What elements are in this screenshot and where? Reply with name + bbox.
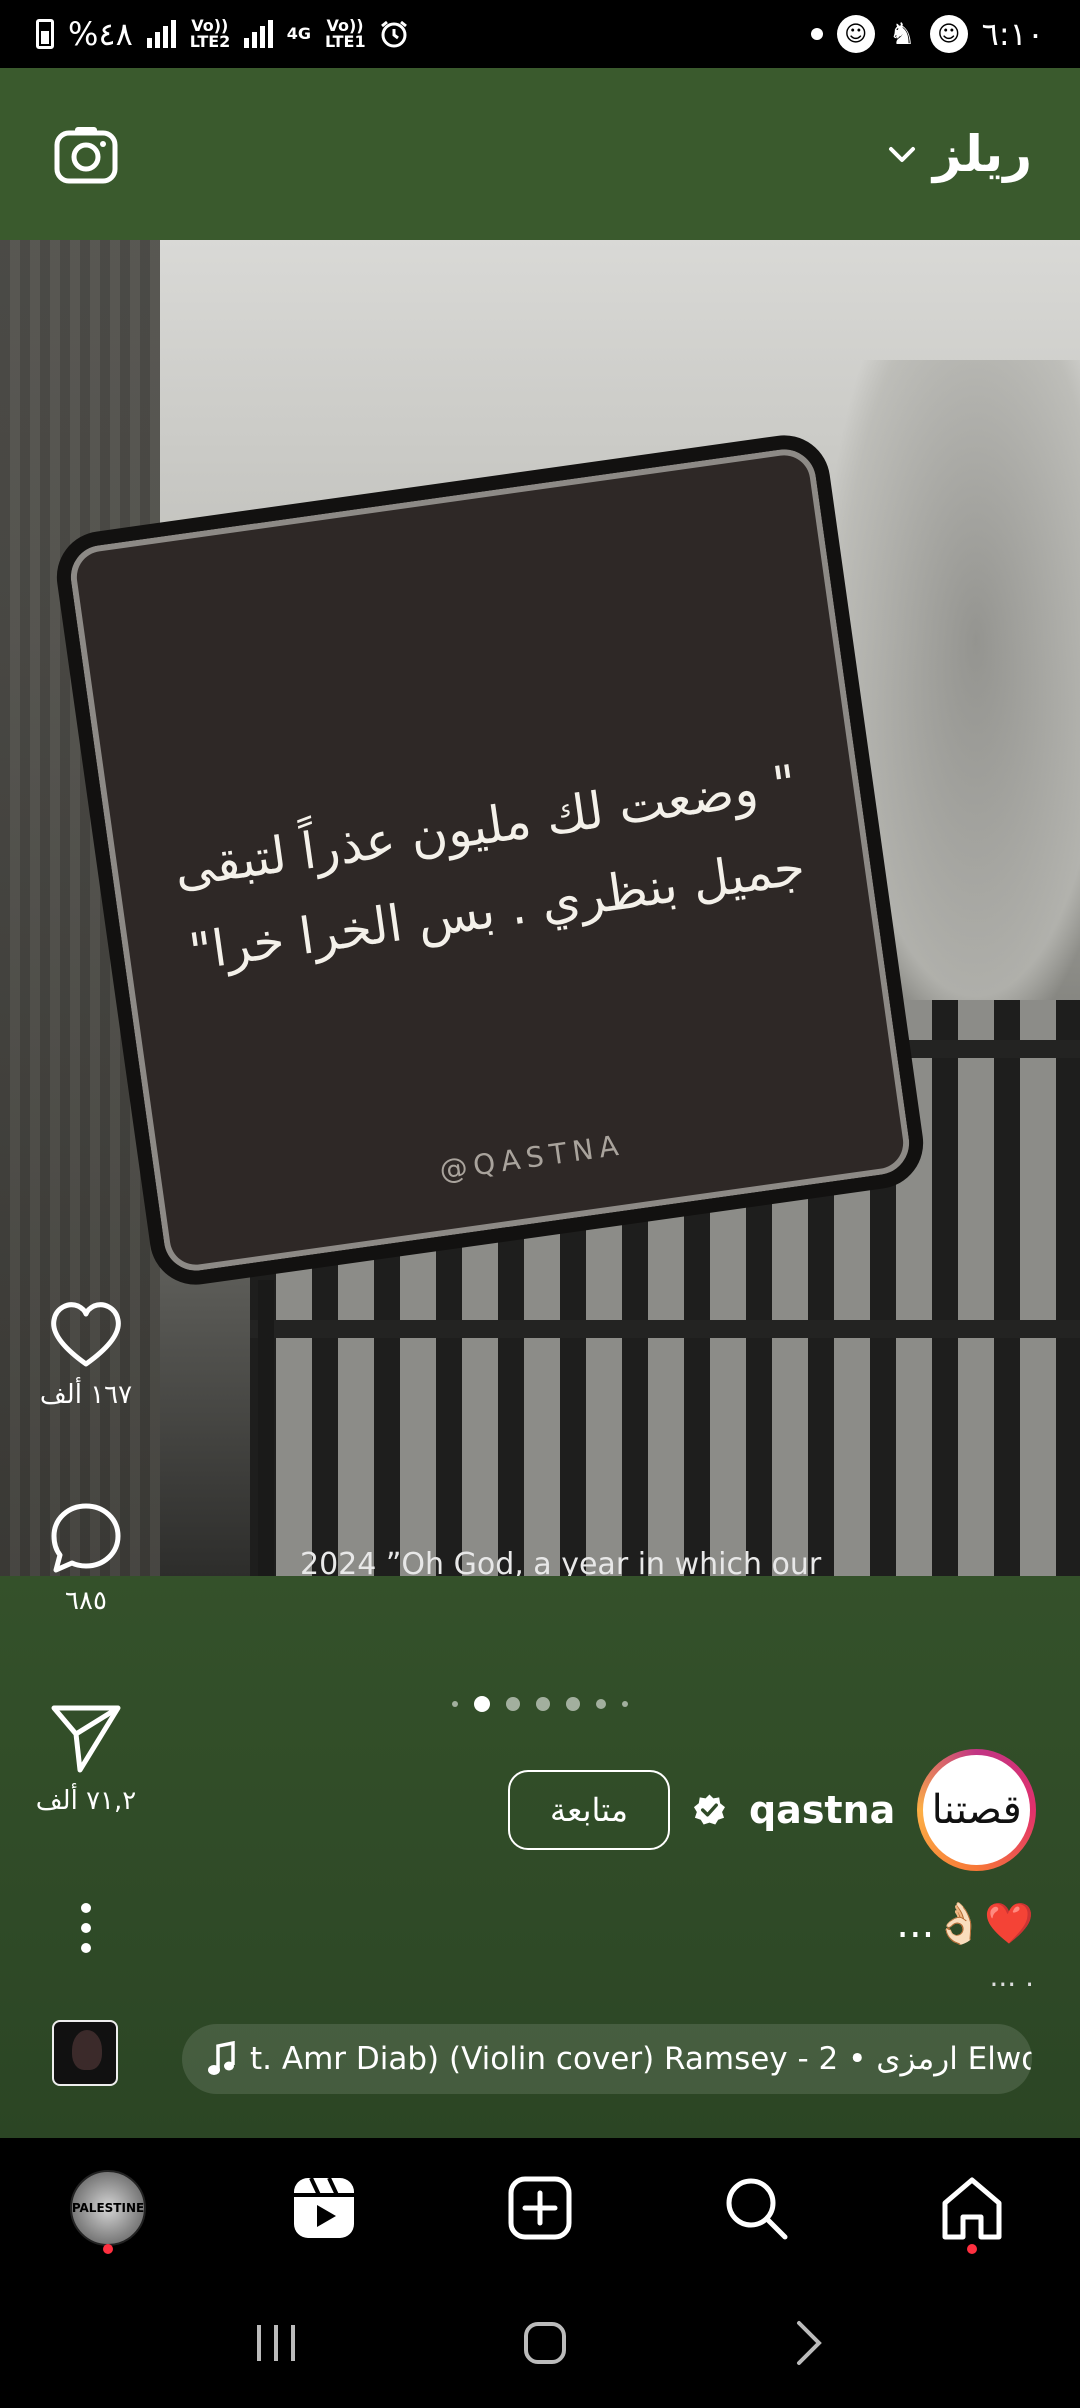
carousel-dot bbox=[596, 1699, 606, 1709]
carousel-dot bbox=[506, 1697, 520, 1711]
more-vertical-icon bbox=[81, 1903, 91, 1953]
system-nav-bar bbox=[0, 2278, 1080, 2408]
status-left: %٤٨ Vo)) LTE2 4G Vo)) LTE1 bbox=[36, 15, 409, 53]
alarm-icon bbox=[379, 19, 409, 49]
notification-dot-icon bbox=[810, 28, 823, 40]
create-icon bbox=[508, 2176, 572, 2240]
sim1-label: Vo)) LTE2 bbox=[189, 16, 231, 51]
carousel-dot bbox=[566, 1697, 580, 1711]
reels-icon bbox=[294, 2177, 354, 2238]
page-title: ريلز bbox=[932, 125, 1032, 183]
recent-apps-icon[interactable] bbox=[251, 2321, 301, 2365]
carousel-dot bbox=[622, 1701, 628, 1707]
author-avatar[interactable]: قصتنا bbox=[917, 1749, 1036, 1871]
follow-button[interactable]: متابعة bbox=[508, 1770, 671, 1850]
sign-group: " وضعت لك مليون عذراً لتبقى جميل بنظري .… bbox=[11, 356, 968, 1364]
nav-reels[interactable] bbox=[264, 2148, 384, 2268]
author-username[interactable]: qastna bbox=[749, 1788, 895, 1832]
music-note-icon bbox=[208, 2041, 235, 2075]
comment-icon bbox=[51, 1503, 121, 1573]
reel-media[interactable]: " وضعت لك مليون عذراً لتبقى جميل بنظري .… bbox=[0, 240, 1080, 1576]
audio-track-pill[interactable]: t. Amr Diab) (Violin cover) Ramsey - 2 •… bbox=[182, 2024, 1032, 2094]
bottom-nav: PALESTINE bbox=[0, 2138, 1080, 2278]
verified-badge-icon bbox=[693, 1794, 726, 1825]
nav-search[interactable] bbox=[696, 2148, 816, 2268]
nav-home[interactable] bbox=[912, 2148, 1032, 2268]
search-icon bbox=[726, 2178, 788, 2240]
comment-count: ٦٨٥ bbox=[65, 1586, 107, 1616]
battery-percent: %٤٨ bbox=[68, 15, 133, 53]
sim2-label: Vo)) LTE1 bbox=[325, 16, 366, 51]
network-type-label: 4G bbox=[286, 24, 312, 43]
audio-track-title: t. Amr Diab) (Violin cover) Ramsey - 2 •… bbox=[250, 2041, 1032, 2077]
more-options-button[interactable] bbox=[24, 1900, 148, 1956]
sign-quote: " وضعت لك مليون عذراً لتبقى جميل بنظري .… bbox=[107, 732, 875, 1003]
heart-icon bbox=[51, 1302, 121, 1367]
reel-caption[interactable]: ❤️👌🏻... bbox=[896, 1900, 1034, 1947]
app-notification-icon: ☺ bbox=[929, 15, 968, 53]
app-header: ريلز bbox=[0, 68, 1080, 240]
home-button-icon[interactable] bbox=[522, 2320, 568, 2366]
media-overlay-caption: 2024 ”Oh God, a year in which our bbox=[300, 1547, 822, 1576]
home-icon bbox=[942, 2177, 1002, 2240]
sign-board: " وضعت لك مليون عذراً لتبقى جميل بنظري .… bbox=[50, 429, 930, 1291]
sign-watermark: @QASTNA bbox=[437, 1128, 627, 1187]
camera-icon bbox=[54, 127, 118, 184]
like-count: ١٦٧ ألف bbox=[39, 1380, 133, 1410]
profile-avatar: PALESTINE bbox=[70, 2170, 146, 2246]
carousel-dot bbox=[452, 1701, 458, 1707]
carousel-dot-active bbox=[474, 1696, 490, 1712]
back-icon[interactable] bbox=[789, 2319, 829, 2367]
like-action[interactable]: ١٦٧ ألف bbox=[24, 1300, 148, 1410]
comment-action[interactable]: ٦٨٥ bbox=[24, 1500, 148, 1616]
author-row: متابعة qastna قصتنا bbox=[508, 1749, 1036, 1871]
camera-button[interactable] bbox=[48, 116, 124, 192]
audio-thumbnail[interactable] bbox=[52, 2020, 118, 2086]
avatar-logo: قصتنا bbox=[923, 1755, 1030, 1865]
reels-dropdown[interactable]: ريلز bbox=[885, 125, 1032, 183]
app-notification-icon: ♞ bbox=[888, 16, 916, 52]
chevron-down-icon bbox=[888, 147, 915, 162]
nav-create[interactable] bbox=[480, 2148, 600, 2268]
caption-more[interactable]: ... . bbox=[989, 1960, 1034, 1993]
carousel-dot bbox=[536, 1697, 550, 1711]
nav-profile[interactable]: PALESTINE bbox=[48, 2148, 168, 2268]
status-bar: %٤٨ Vo)) LTE2 4G Vo)) LTE1 ☺ ♞ ☺ ٦:١٠ bbox=[0, 0, 1080, 68]
clock: ٦:١٠ bbox=[981, 15, 1044, 53]
signal-bars-icon bbox=[146, 20, 176, 48]
share-count: ٧١,٢ ألف bbox=[35, 1786, 137, 1816]
notification-dot bbox=[967, 2244, 977, 2254]
status-right: ☺ ♞ ☺ ٦:١٠ bbox=[810, 15, 1044, 53]
share-action[interactable]: ٧١,٢ ألف bbox=[24, 1700, 148, 1816]
carousel-indicator bbox=[0, 1696, 1080, 1712]
signal-bars-icon bbox=[243, 20, 273, 48]
app-notification-icon: ☺ bbox=[836, 15, 875, 53]
notification-dot bbox=[103, 2244, 113, 2254]
battery-icon bbox=[36, 19, 54, 49]
